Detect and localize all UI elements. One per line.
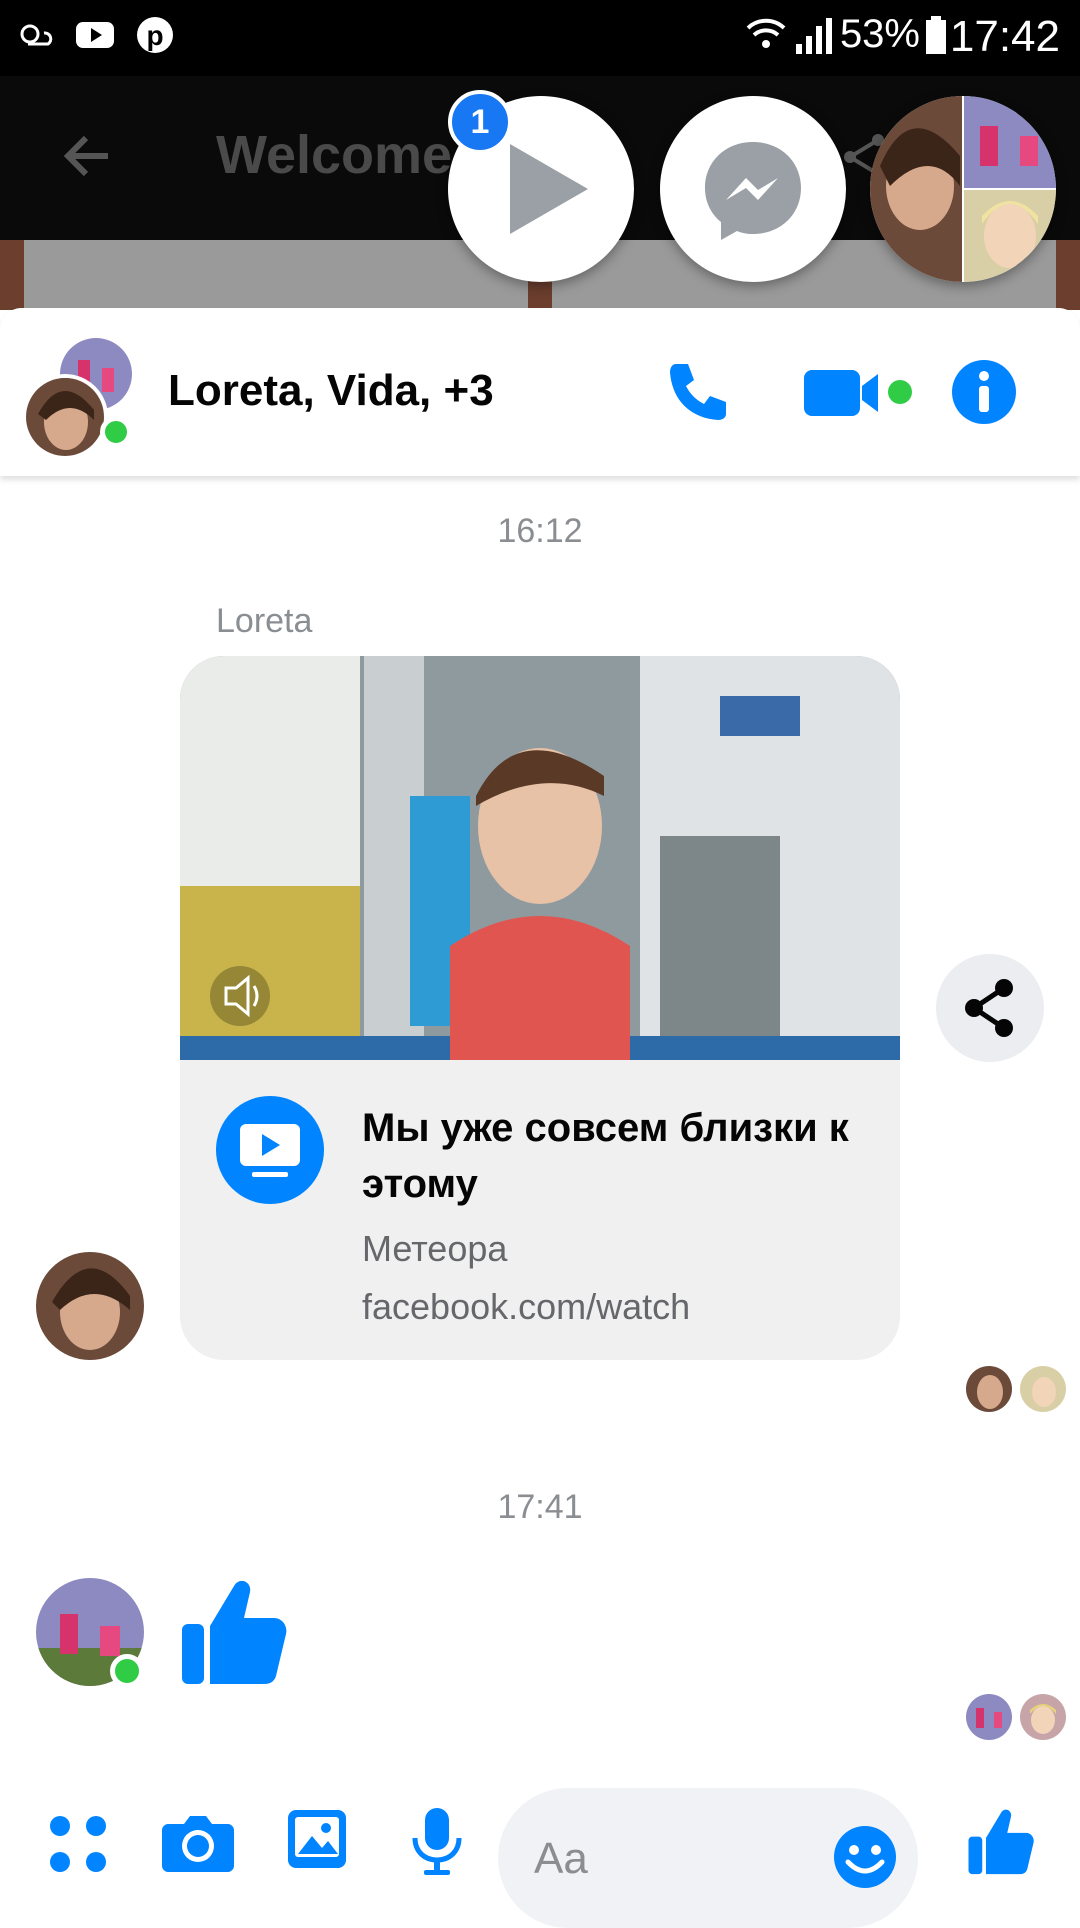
- conversation-title[interactable]: Loreta, Vida, +3: [168, 366, 494, 416]
- pinterest-icon: p: [134, 14, 176, 56]
- read-receipt-avatar: [966, 1366, 1012, 1412]
- sender-avatar[interactable]: [36, 1252, 144, 1360]
- wifi-icon: [746, 14, 786, 63]
- group-avatar-collage: [870, 96, 1056, 282]
- read-receipt-avatar: [1020, 1694, 1066, 1740]
- read-receipt-avatar: [966, 1694, 1012, 1740]
- voice-button[interactable]: [410, 1806, 464, 1881]
- weather-icon: [14, 14, 56, 56]
- online-indicator: [110, 1654, 144, 1688]
- gallery-button[interactable]: [286, 1808, 348, 1875]
- info-button[interactable]: [950, 358, 1018, 431]
- camera-button[interactable]: [162, 1810, 234, 1879]
- share-icon: [965, 979, 1013, 1037]
- info-icon: [952, 360, 1016, 424]
- video-link[interactable]: facebook.com/watch: [362, 1286, 690, 1328]
- messenger-icon: [705, 142, 801, 240]
- youtube-icon: [74, 14, 116, 56]
- video-title: Мы уже совсем близки к этому: [362, 1106, 849, 1206]
- image-icon: [288, 1810, 346, 1868]
- chat-header: [0, 308, 1080, 476]
- signal-icon: [794, 16, 834, 61]
- video-source: Метеора: [362, 1228, 508, 1269]
- messenger-chat-head[interactable]: [660, 96, 846, 282]
- status-bar: p 53% 17:42: [0, 0, 1080, 76]
- microphone-icon: [412, 1808, 462, 1875]
- video-call-button[interactable]: [804, 368, 916, 423]
- underlying-app-title: Welcome: [216, 125, 453, 185]
- online-indicator: [100, 416, 132, 448]
- timestamp: 16:12: [497, 512, 583, 550]
- watch-icon: [216, 1096, 324, 1204]
- apps-icon: [50, 1816, 106, 1872]
- send-like-button[interactable]: [966, 1806, 1036, 1881]
- emoji-button[interactable]: [832, 1824, 898, 1895]
- more-actions-button[interactable]: [48, 1814, 108, 1879]
- svg-text:p: p: [146, 20, 163, 51]
- group-member-avatar: [22, 374, 108, 460]
- sender-name: Loreta: [216, 602, 313, 640]
- video-thumbnail[interactable]: [180, 656, 900, 1060]
- message-input[interactable]: Aa: [498, 1788, 918, 1928]
- message-input-placeholder: Aa: [534, 1834, 588, 1883]
- clock: 17:42: [949, 12, 1060, 61]
- thumbs-up-message[interactable]: [178, 1576, 290, 1691]
- camera-icon: [162, 1816, 234, 1872]
- timestamp: 17:41: [497, 1488, 583, 1526]
- video-share-card[interactable]: Мы уже совсем близки к этому Метеора fac…: [180, 656, 900, 1360]
- video-camera-icon: [804, 370, 912, 416]
- share-button[interactable]: [936, 954, 1044, 1062]
- smiley-icon: [834, 1826, 896, 1888]
- battery-icon: [924, 16, 948, 61]
- phone-icon: [670, 364, 726, 420]
- call-button[interactable]: [662, 358, 730, 431]
- battery-percent: 53%: [839, 12, 920, 56]
- read-receipt-avatar: [1020, 1366, 1066, 1412]
- thumbs-up-icon: [182, 1580, 287, 1684]
- unread-badge: 1: [448, 90, 512, 154]
- thumbs-up-icon: [968, 1809, 1034, 1875]
- volume-overlay[interactable]: [210, 966, 270, 1026]
- back-arrow-icon: [58, 128, 114, 198]
- group-chat-head[interactable]: [870, 96, 1056, 282]
